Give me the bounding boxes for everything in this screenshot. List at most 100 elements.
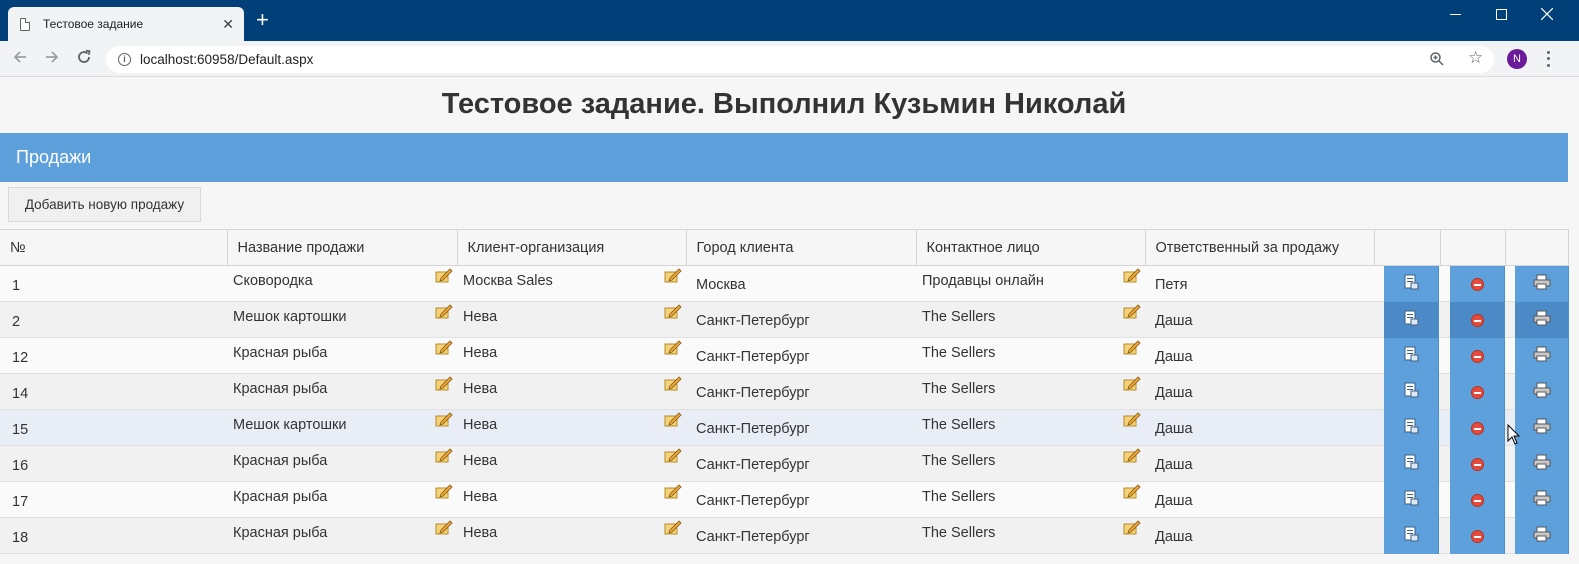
- column-header-sale[interactable]: Название продажи: [227, 229, 458, 266]
- print-button[interactable]: [1515, 410, 1569, 446]
- column-header-contact[interactable]: Контактное лицо: [916, 229, 1146, 266]
- pencil-note-icon[interactable]: [1123, 412, 1141, 428]
- window-close-button[interactable]: [1524, 0, 1570, 28]
- pencil-note-icon[interactable]: [435, 304, 453, 320]
- open-document-button[interactable]: [1384, 446, 1439, 482]
- cell-contact: The Sellers: [916, 517, 1145, 554]
- table-row[interactable]: 14 Красная рыба Нева Санкт-Петербург The Sel…: [0, 373, 1569, 410]
- pencil-note-icon[interactable]: [435, 484, 453, 500]
- pencil-note-icon[interactable]: [1123, 340, 1141, 356]
- cell-client-text: Нева: [463, 489, 498, 505]
- pencil-note-icon[interactable]: [435, 268, 453, 284]
- back-button[interactable]: [10, 49, 30, 69]
- reload-button[interactable]: [74, 49, 94, 69]
- cell-owner: Даша: [1145, 373, 1374, 410]
- pencil-note-icon[interactable]: [435, 412, 453, 428]
- page-icon: [20, 17, 30, 31]
- print-button[interactable]: [1515, 302, 1569, 338]
- info-icon[interactable]: i: [118, 53, 131, 66]
- print-button[interactable]: [1515, 266, 1569, 302]
- minimize-button[interactable]: [1432, 0, 1478, 28]
- pencil-note-icon[interactable]: [435, 448, 453, 464]
- browser-tab[interactable]: Тестовое задание ✕: [8, 7, 244, 41]
- cell-open: [1374, 481, 1440, 518]
- pencil-note-icon[interactable]: [664, 304, 682, 320]
- column-header-owner[interactable]: Ответственный за продажу: [1145, 229, 1375, 266]
- open-document-button[interactable]: [1384, 482, 1439, 518]
- cell-open: [1374, 337, 1440, 374]
- table-row[interactable]: 18 Красная рыба Нева Санкт-Петербург The Sel…: [0, 517, 1569, 554]
- cell-num: 16: [0, 445, 227, 482]
- delete-button[interactable]: [1450, 410, 1505, 446]
- pencil-note-icon[interactable]: [435, 340, 453, 356]
- pencil-note-icon[interactable]: [664, 484, 682, 500]
- table-row[interactable]: 12 Красная рыба Нева Санкт-Петербург The Sel…: [0, 337, 1569, 374]
- browser-menu-icon[interactable]: [1544, 49, 1552, 69]
- pencil-note-icon[interactable]: [664, 412, 682, 428]
- new-tab-button[interactable]: +: [256, 9, 269, 31]
- column-header-city[interactable]: Город клиента: [686, 229, 917, 266]
- column-header-client[interactable]: Клиент-организация: [457, 229, 687, 266]
- pencil-note-icon[interactable]: [435, 520, 453, 536]
- cell-print: [1505, 517, 1569, 554]
- print-button[interactable]: [1515, 482, 1569, 518]
- open-document-button[interactable]: [1384, 266, 1439, 302]
- tab-close-icon[interactable]: ✕: [222, 16, 234, 33]
- delete-button[interactable]: [1450, 338, 1505, 374]
- delete-icon: [1470, 493, 1484, 507]
- table-row[interactable]: 16 Красная рыба Нева Санкт-Петербург The Sel…: [0, 445, 1569, 482]
- delete-button[interactable]: [1450, 482, 1505, 518]
- delete-button[interactable]: [1450, 374, 1505, 410]
- cell-num: 14: [0, 373, 227, 410]
- pencil-note-icon[interactable]: [435, 376, 453, 392]
- table-row[interactable]: 1 Сковородка Москва Sales Москва Продавцы он…: [0, 265, 1569, 302]
- cell-city: Санкт-Петербург: [686, 445, 916, 482]
- maximize-button[interactable]: [1478, 0, 1524, 28]
- delete-button[interactable]: [1450, 518, 1505, 554]
- cell-owner: Петя: [1145, 265, 1374, 302]
- add-sale-button[interactable]: Добавить новую продажу: [8, 187, 201, 222]
- pencil-note-icon[interactable]: [1123, 376, 1141, 392]
- cell-contact: The Sellers: [916, 481, 1145, 518]
- pencil-note-icon[interactable]: [664, 376, 682, 392]
- profile-avatar[interactable]: N: [1507, 49, 1527, 69]
- open-document-button[interactable]: [1384, 338, 1439, 374]
- pencil-note-icon[interactable]: [1123, 448, 1141, 464]
- print-button[interactable]: [1515, 374, 1569, 410]
- pencil-note-icon[interactable]: [1123, 484, 1141, 500]
- pencil-note-icon[interactable]: [1123, 520, 1141, 536]
- cell-delete: [1440, 265, 1505, 302]
- table-row[interactable]: 2 Мешок картошки Нева Санкт-Петербург The Se…: [0, 301, 1569, 338]
- pencil-note-icon[interactable]: [664, 520, 682, 536]
- document-icon: [1403, 490, 1419, 510]
- cell-owner: Даша: [1145, 409, 1374, 446]
- delete-icon: [1470, 421, 1484, 435]
- pencil-note-icon[interactable]: [1123, 268, 1141, 284]
- table-row[interactable]: 17 Красная рыба Нева Санкт-Петербург The Sel…: [0, 481, 1569, 518]
- print-button[interactable]: [1515, 338, 1569, 374]
- address-bar[interactable]: i localhost:60958/Default.aspx ☆: [106, 46, 1494, 73]
- open-document-button[interactable]: [1384, 518, 1439, 554]
- print-button[interactable]: [1515, 446, 1569, 482]
- pencil-note-icon[interactable]: [1123, 304, 1141, 320]
- delete-button[interactable]: [1450, 446, 1505, 482]
- url-text: localhost:60958/Default.aspx: [140, 52, 314, 67]
- cell-sale: Сковородка: [227, 265, 457, 302]
- pencil-note-icon[interactable]: [664, 268, 682, 284]
- bookmark-star-icon[interactable]: ☆: [1468, 48, 1483, 68]
- cell-contact-text: The Sellers: [922, 417, 996, 433]
- delete-button[interactable]: [1450, 266, 1505, 302]
- forward-button[interactable]: [42, 49, 62, 69]
- open-document-button[interactable]: [1384, 410, 1439, 446]
- pencil-note-icon[interactable]: [664, 340, 682, 356]
- print-button[interactable]: [1515, 518, 1569, 554]
- open-document-button[interactable]: [1384, 302, 1439, 338]
- delete-button[interactable]: [1450, 302, 1505, 338]
- open-document-button[interactable]: [1384, 374, 1439, 410]
- pencil-note-icon[interactable]: [664, 448, 682, 464]
- zoom-icon[interactable]: [1430, 52, 1444, 66]
- cell-num: 1: [0, 265, 227, 302]
- table-row[interactable]: 15 Мешок картошки Нева Санкт-Петербург The S…: [0, 409, 1569, 446]
- column-header-num[interactable]: №: [0, 229, 228, 266]
- cell-client: Нева: [457, 373, 686, 410]
